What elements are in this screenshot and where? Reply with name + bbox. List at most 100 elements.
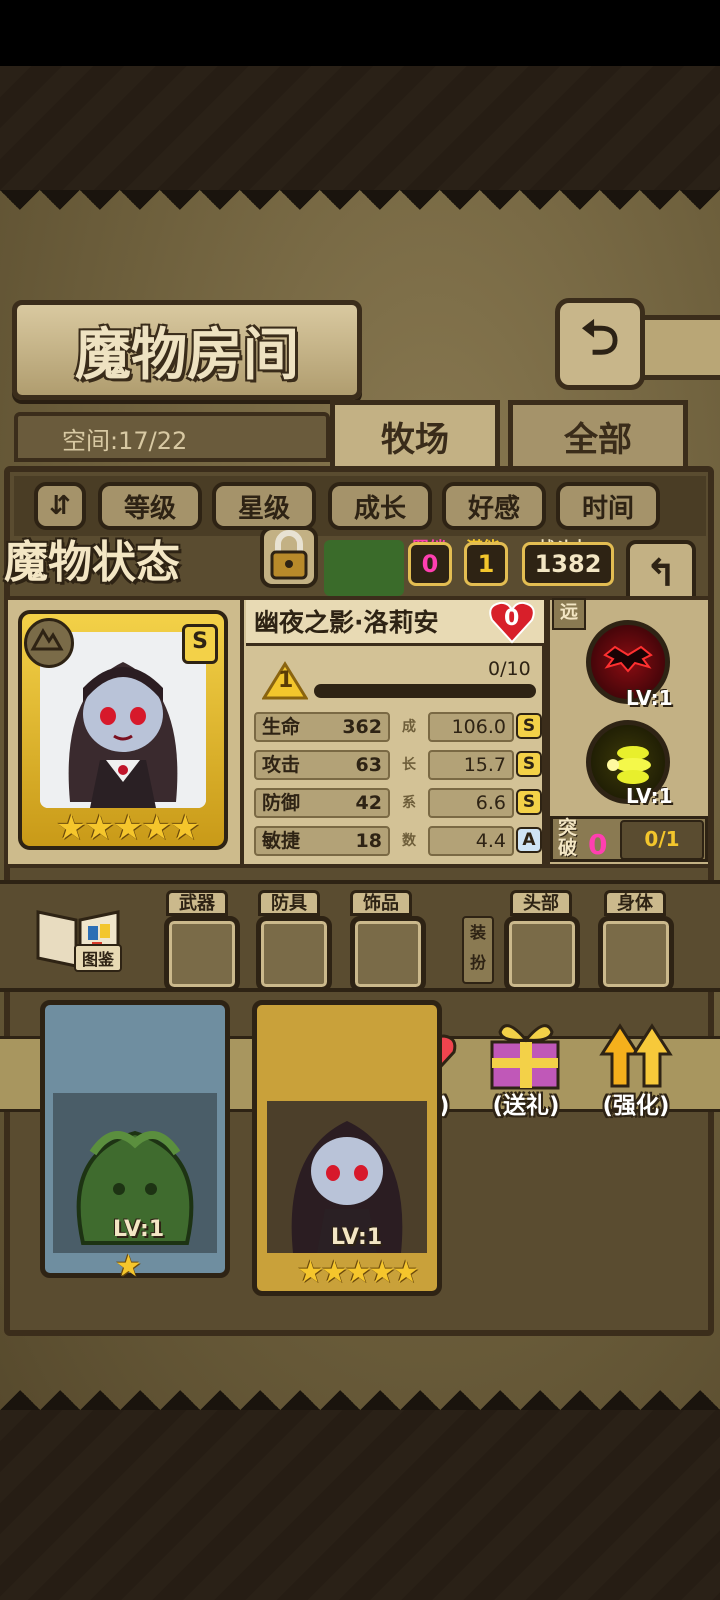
- star-rating: ★★★★★: [56, 808, 201, 848]
- stat-row-attack: 攻击 63 长 15.7 S: [254, 750, 542, 780]
- sort-star-button[interactable]: 星级: [212, 482, 316, 530]
- breakthrough-label: 突破: [558, 817, 578, 859]
- upgrade-arrows-icon: [599, 1023, 673, 1088]
- dress-label: 装扮: [462, 916, 494, 984]
- enhance-button[interactable]: 强化: [586, 1010, 686, 1120]
- star-icon: ★: [141, 808, 172, 848]
- sort-toggle-icon: ⇵: [49, 491, 71, 521]
- grade-badge: S: [182, 624, 218, 664]
- grade-badge: S: [516, 751, 542, 777]
- roster-level: LV:1: [331, 1225, 383, 1250]
- star-icon: ★: [115, 1249, 142, 1284]
- sort-affection-button[interactable]: 好感: [442, 482, 546, 530]
- action-label: 送礼: [476, 1086, 576, 1120]
- status-bar: [0, 0, 720, 66]
- body-slot-label: 身体: [604, 890, 666, 916]
- weapon-slot-label: 武器: [166, 890, 228, 916]
- mountain-element-icon: [30, 628, 64, 651]
- star-icon: ★: [112, 808, 144, 848]
- stat-name: 攻击: [262, 754, 301, 776]
- sort-level-button[interactable]: 等级: [98, 482, 202, 530]
- accessory-slot[interactable]: [350, 916, 426, 992]
- grade-badge: A: [516, 827, 542, 853]
- gift-button[interactable]: 送礼: [476, 1010, 576, 1120]
- growth-value: 6.6: [428, 788, 514, 818]
- growth-value: 106.0: [428, 712, 514, 742]
- torn-edge-bottom: [0, 1370, 720, 1410]
- stat-value: 18: [355, 830, 382, 852]
- roster-stars: ★★★★★: [297, 1255, 420, 1290]
- guide-button[interactable]: 图鉴: [30, 900, 126, 974]
- skill-1-level: LV:1: [626, 686, 673, 710]
- star-icon: ★: [320, 1255, 348, 1290]
- accessory-slot-label: 饰品: [350, 890, 412, 916]
- armor-slot-label: 防具: [258, 890, 320, 916]
- affection-badge: 0: [488, 600, 536, 644]
- growth-label-char: 数: [402, 833, 416, 849]
- breakthrough-value: 0: [588, 828, 608, 861]
- tab-pasture[interactable]: 牧场: [330, 400, 500, 468]
- star-icon: ★: [84, 808, 115, 848]
- background-band-bottom: [0, 1410, 720, 1600]
- stat-value: 63: [355, 754, 382, 776]
- stat-name: 生命: [262, 716, 301, 738]
- breakthrough-progress: 0/1: [620, 820, 704, 860]
- stat-name: 敏捷: [262, 830, 301, 852]
- element-badge: [24, 618, 74, 668]
- potential-value: 1: [464, 542, 508, 586]
- star-icon: ★: [392, 1255, 420, 1290]
- exp-bar: [314, 684, 536, 698]
- roster-level: LV:1: [113, 1217, 165, 1242]
- sort-growth-button[interactable]: 成长: [328, 482, 432, 530]
- weapon-slot[interactable]: [164, 916, 240, 992]
- status-panel-title: 魔物状态: [4, 537, 180, 588]
- growth-label-char: 系: [402, 795, 416, 811]
- growth-label-char: 长: [402, 757, 416, 773]
- skill-2-level: LV:1: [626, 784, 673, 808]
- stat-row-hp: 生命 362 成 106.0 S: [254, 712, 542, 742]
- action-label: 强化: [586, 1086, 686, 1120]
- back-arrow-icon: ⮌: [580, 309, 620, 366]
- back-button[interactable]: ⮌: [555, 298, 645, 390]
- roster-card-selected[interactable]: LV:1 ★★★★★: [252, 1000, 442, 1296]
- star-icon: ★: [297, 1255, 324, 1290]
- stat-row-defense: 防御 42 系 6.6 S: [254, 788, 542, 818]
- roster-card[interactable]: LV:1 ★: [40, 1000, 230, 1284]
- level-value: 1: [278, 668, 294, 693]
- capacity-label: 空间:17/22: [14, 412, 330, 462]
- lock-button[interactable]: [258, 524, 320, 590]
- sort-order-button[interactable]: ⇵: [34, 482, 86, 530]
- level-badge: 1: [261, 660, 309, 700]
- guide-label: 图鉴: [74, 944, 123, 972]
- affection-value: 0: [504, 606, 520, 631]
- range-tag: 远: [552, 598, 586, 630]
- roster-stars: ★: [115, 1249, 142, 1284]
- stat-name: 防御: [262, 792, 301, 814]
- back-rail: [635, 315, 720, 380]
- star-icon: ★: [368, 1255, 396, 1290]
- bond-value: 0: [408, 542, 452, 586]
- stat-value: 362: [342, 716, 382, 738]
- gift-icon: [490, 1024, 560, 1090]
- page-title: 魔物房间: [12, 300, 362, 400]
- star-icon: ★: [56, 808, 87, 848]
- grade-badge: S: [516, 789, 542, 815]
- tab-all[interactable]: 全部: [508, 400, 688, 468]
- stat-row-agility: 敏捷 18 数 4.4 A: [254, 826, 542, 856]
- head-slot[interactable]: [504, 916, 580, 992]
- monster-preview-bg: [324, 540, 404, 596]
- lock-icon: [260, 526, 318, 588]
- exp-text: 0/10: [488, 658, 531, 680]
- growth-value: 15.7: [428, 750, 514, 780]
- torn-edge-top: [0, 190, 720, 230]
- return-arrow-icon: ↰: [645, 551, 677, 595]
- star-icon: ★: [169, 808, 201, 848]
- stat-value: 42: [355, 792, 382, 814]
- growth-value: 4.4: [428, 826, 514, 856]
- grade-badge: S: [516, 713, 542, 739]
- sort-time-button[interactable]: 时间: [556, 482, 660, 530]
- background-band: [0, 66, 720, 190]
- armor-slot[interactable]: [256, 916, 332, 992]
- body-slot[interactable]: [598, 916, 674, 992]
- growth-label-char: 成: [402, 719, 416, 735]
